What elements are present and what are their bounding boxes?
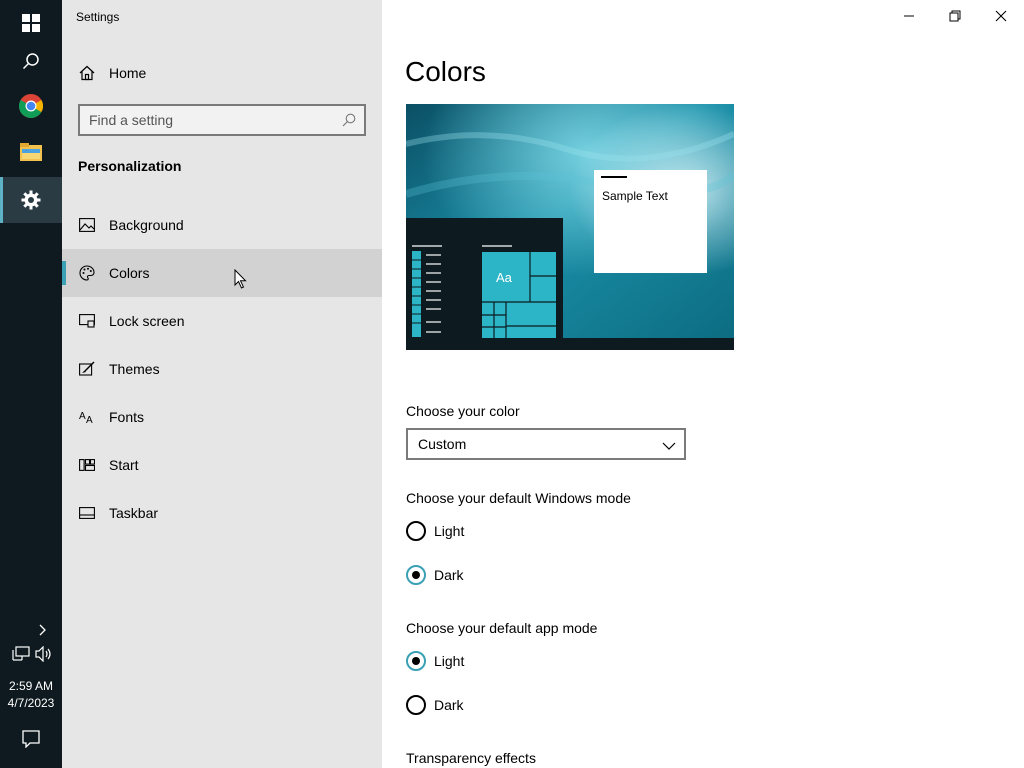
radio-label: Light [434,653,465,669]
color-preview: Aa Sample Text [406,104,734,350]
windows-mode-light-radio[interactable]: Light [406,520,606,544]
palette-icon [78,264,96,282]
sidebar-item-label: Themes [109,361,160,377]
svg-text:A: A [86,415,93,424]
home-icon [78,64,96,82]
sidebar-item-taskbar[interactable]: Taskbar [62,489,382,537]
sample-window: Sample Text [594,170,707,273]
sidebar-item-themes[interactable]: Themes [62,345,382,393]
radio-label: Light [434,523,465,539]
radio-label: Dark [434,697,464,713]
close-icon [995,10,1007,22]
search-input[interactable] [89,111,329,129]
network-icon[interactable] [12,646,30,667]
clock[interactable]: 2:59 AM 4/7/2023 [0,678,62,712]
settings-button[interactable] [0,177,62,223]
windows-mode-dark-radio[interactable]: Dark [406,564,606,588]
restore-button[interactable] [932,0,978,32]
sidebar-item-background[interactable]: Background [62,201,382,249]
settings-icon [21,190,41,210]
volume-icon[interactable] [35,645,53,667]
sidebar-item-lock-screen[interactable]: Lock screen [62,297,382,345]
app-title: Settings [76,10,120,24]
close-button[interactable] [978,0,1024,32]
svg-text:A: A [79,411,86,422]
mouse-cursor-icon [234,268,247,294]
home-label: Home [109,65,147,81]
taskbar: 2:59 AM 4/7/2023 [0,0,62,768]
action-center-button[interactable] [0,716,62,762]
radio-label: Dark [434,567,464,583]
image-icon [78,216,96,234]
sidebar-item-label: Background [109,217,184,233]
restore-icon [949,10,961,22]
app-mode-dark-radio[interactable]: Dark [406,694,606,718]
sidebar-item-colors[interactable]: Colors [62,249,382,297]
sample-text: Sample Text [602,189,668,203]
chevron-right-icon [39,624,46,636]
taskbar-icon [78,504,96,522]
lock-screen-icon [78,312,96,330]
app-mode-light-radio[interactable]: Light [406,650,606,674]
find-setting-search-box[interactable] [78,104,366,136]
sidebar-item-fonts[interactable]: A A Fonts [62,393,382,441]
sidebar-item-start[interactable]: Start [62,441,382,489]
home-nav-item[interactable]: Home [62,50,382,96]
sidebar-item-label: Taskbar [109,505,159,521]
minimize-button[interactable] [886,0,932,32]
app-mode-label: Choose your default app mode [406,620,598,636]
radio-circle[interactable] [406,565,426,585]
sidebar-item-label: Fonts [109,409,145,425]
sidebar-item-label: Start [109,457,139,473]
transparency-effects-label: Transparency effects [406,750,536,766]
radio-circle[interactable] [406,521,426,541]
radio-circle[interactable] [406,695,426,715]
start-icon [78,456,96,474]
clock-date: 4/7/2023 [7,696,55,710]
search-icon [22,53,39,70]
section-heading: Personalization [78,158,182,174]
choose-color-dropdown[interactable]: Custom [406,428,686,460]
radio-circle[interactable] [406,651,426,671]
file-explorer-icon [20,143,42,161]
page-title: Colors [405,56,486,87]
search-icon[interactable] [342,113,356,132]
choose-color-value: Custom [418,436,467,452]
minimize-icon [904,15,914,17]
sidebar-item-label: Lock screen [109,313,185,329]
notification-icon [22,730,40,748]
choose-color-label: Choose your color [406,403,520,419]
preview-tile-text: Aa [496,270,512,285]
chrome-icon [19,94,43,118]
chevron-down-icon [662,438,676,456]
sidebar-item-label: Colors [109,265,150,281]
windows-logo-icon [22,14,40,32]
fonts-icon: A A [78,408,96,426]
chrome-button[interactable] [0,83,62,129]
search-button[interactable] [0,38,62,84]
clock-time: 2:59 AM [8,679,54,693]
settings-sidebar: Settings Home Personalization B [62,0,382,768]
windows-mode-label: Choose your default Windows mode [406,490,631,506]
themes-icon [78,360,96,378]
file-explorer-button[interactable] [0,130,62,176]
